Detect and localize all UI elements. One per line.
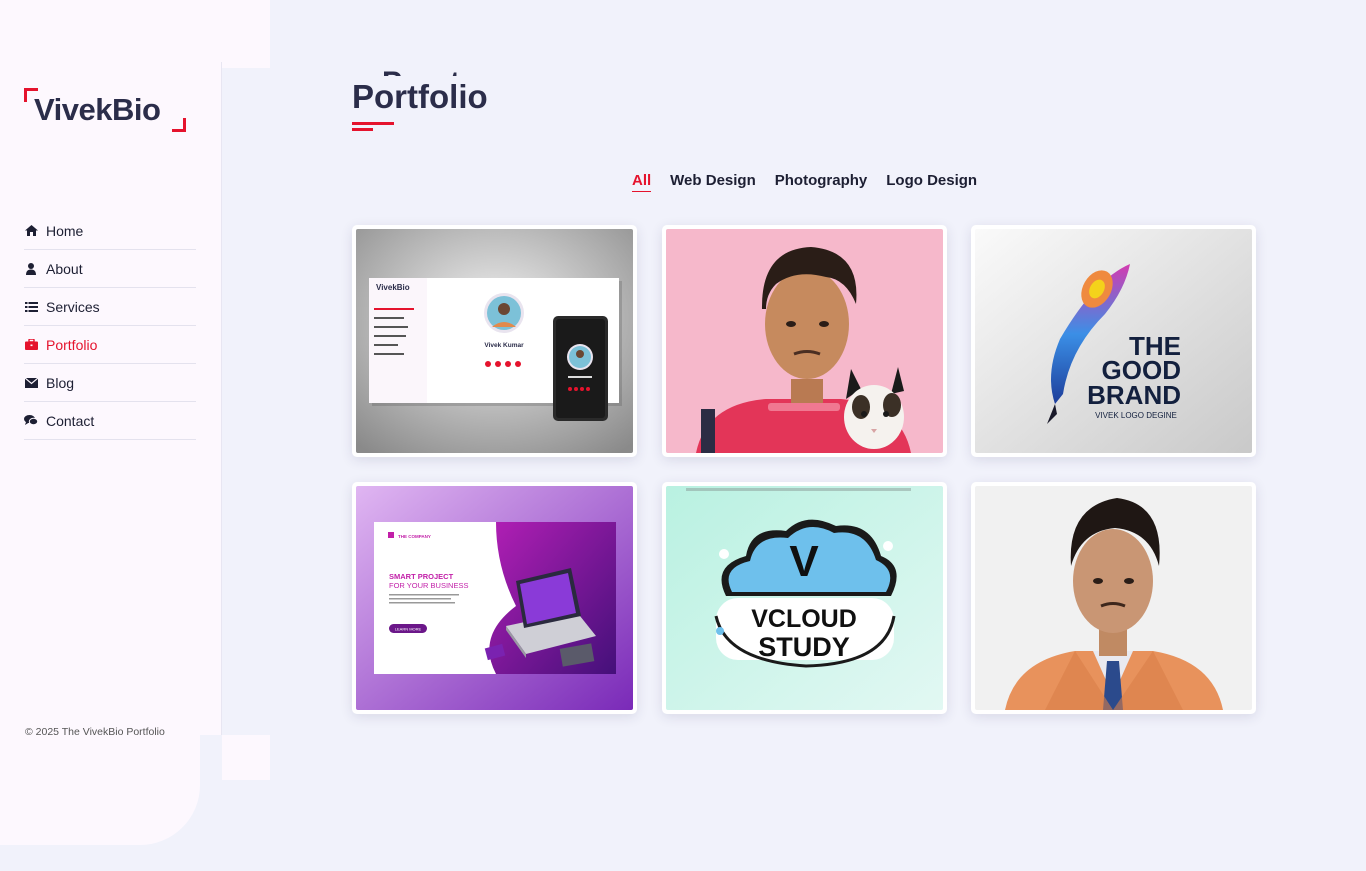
main-nav: Home About Services Portfolio Blog Conta… — [24, 212, 196, 440]
nav-item-services[interactable]: Services — [24, 288, 196, 326]
section-title-shadow: Portfolio — [382, 64, 462, 77]
nav-label-blog: Blog — [46, 374, 75, 391]
filter-all[interactable]: All — [632, 172, 652, 192]
portfolio-item-website-mockup[interactable]: VivekBio Vivek Kumar — [352, 225, 637, 457]
sidebar-divider — [221, 62, 222, 735]
nav-item-portfolio[interactable]: Portfolio — [24, 326, 196, 364]
nav-item-contact[interactable]: Contact — [24, 402, 196, 440]
portrait-with-cat-photo — [666, 229, 943, 453]
logo-line-brand: BRAND — [1087, 380, 1181, 410]
site-logo[interactable]: VivekBio — [24, 88, 186, 132]
portfolio-thumbnail — [975, 486, 1252, 710]
chat-icon — [24, 415, 38, 427]
nav-label-about: About — [46, 260, 83, 277]
website-mockup-image: VivekBio Vivek Kumar — [356, 229, 633, 453]
briefcase-icon — [24, 339, 38, 351]
title-underline — [352, 122, 394, 125]
logo-bracket-bottom-right — [172, 118, 186, 132]
home-icon — [24, 225, 38, 237]
logo-text: VivekBio — [34, 92, 161, 127]
footer-copyright: © 2025 The VivekBio Portfolio — [25, 726, 165, 738]
sidebar: VivekBio Home About Services Portfolio B… — [0, 0, 270, 871]
nav-label-contact: Contact — [46, 412, 95, 429]
nav-item-home[interactable]: Home — [24, 212, 196, 250]
title-underline-short — [352, 128, 373, 131]
user-icon — [24, 262, 38, 275]
vcloud-line-1: VCLOUD — [751, 605, 857, 633]
landing-headline-2: FOR YOUR BUSINESS — [389, 581, 468, 590]
landing-headline-1: SMART PROJECT — [389, 572, 454, 581]
sidebar-background-tab — [222, 0, 270, 68]
formal-portrait-photo — [975, 486, 1252, 710]
portfolio-item-landing-page[interactable]: THE COMPANY SMART PROJECT FOR YOUR BUSIN… — [352, 482, 637, 714]
portfolio-thumbnail: THE GOOD BRAND VIVEK LOGO DEGINE — [975, 229, 1252, 453]
portfolio-thumbnail — [666, 229, 943, 453]
vcloud-letter: V — [789, 537, 819, 586]
list-icon — [24, 301, 38, 313]
landing-page-mockup-image: THE COMPANY SMART PROJECT FOR YOUR BUSIN… — [356, 486, 633, 710]
sidebar-background-tab-low — [222, 735, 270, 780]
nav-item-blog[interactable]: Blog — [24, 364, 196, 402]
good-brand-logo-image: THE GOOD BRAND VIVEK LOGO DEGINE — [975, 229, 1252, 453]
mockup-logo: VivekBio — [376, 283, 410, 292]
envelope-icon — [24, 377, 38, 389]
landing-button: LEARN MORE — [395, 627, 422, 632]
portfolio-item-vcloud-logo[interactable]: V VCLOUD STUDY — [662, 482, 947, 714]
page-title: Portfolio — [352, 78, 488, 115]
filter-photography[interactable]: Photography — [775, 172, 868, 192]
portfolio-thumbnail: V VCLOUD STUDY — [666, 486, 943, 710]
portfolio-thumbnail: VivekBio Vivek Kumar — [356, 229, 633, 453]
logo-tagline: VIVEK LOGO DEGINE — [1095, 411, 1177, 420]
section-title-shadow-text: Portfolio — [382, 68, 462, 77]
portfolio-item-good-brand-logo[interactable]: THE GOOD BRAND VIVEK LOGO DEGINE — [971, 225, 1256, 457]
portfolio-item-formal-portrait[interactable] — [971, 482, 1256, 714]
portfolio-filters: All Web Design Photography Logo Design — [632, 172, 977, 192]
mockup-profile-name: Vivek Kumar — [484, 342, 524, 349]
landing-company: THE COMPANY — [398, 534, 431, 539]
nav-item-about[interactable]: About — [24, 250, 196, 288]
filter-logo-design[interactable]: Logo Design — [886, 172, 977, 192]
sidebar-background-bottom — [0, 735, 200, 845]
nav-label-services: Services — [46, 298, 100, 315]
vcloud-study-logo-image: V VCLOUD STUDY — [666, 486, 943, 710]
nav-label-home: Home — [46, 222, 84, 239]
filter-web-design[interactable]: Web Design — [670, 172, 756, 192]
portfolio-thumbnail: THE COMPANY SMART PROJECT FOR YOUR BUSIN… — [356, 486, 633, 710]
vcloud-line-2: STUDY — [758, 632, 850, 662]
nav-label-portfolio: Portfolio — [46, 336, 98, 353]
portfolio-item-photo-cat[interactable] — [662, 225, 947, 457]
portfolio-grid: VivekBio Vivek Kumar THE GOOD BRAND VIVE… — [352, 225, 1256, 715]
